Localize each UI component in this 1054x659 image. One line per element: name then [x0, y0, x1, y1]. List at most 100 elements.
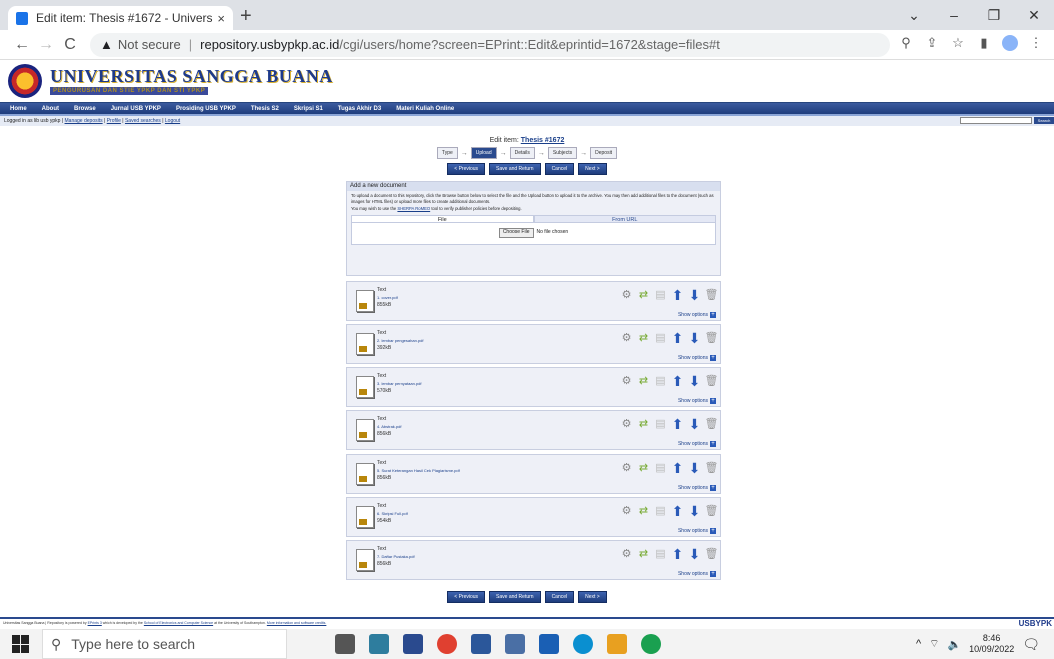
- sherpa-romeo-link[interactable]: SHERPA RoMEO: [397, 206, 430, 211]
- next-button[interactable]: Next >: [578, 591, 607, 603]
- camera-icon[interactable]: [505, 634, 525, 654]
- delete-icon[interactable]: 🗑: [704, 504, 719, 518]
- convert-icon[interactable]: ⇄: [636, 547, 651, 561]
- menu-prosiding[interactable]: Prosiding USB YPKP: [176, 106, 236, 112]
- store-icon[interactable]: [607, 634, 627, 654]
- app-icon[interactable]: [403, 634, 423, 654]
- tray-chevron-icon[interactable]: ^: [916, 638, 921, 650]
- minimize-button[interactable]: –: [934, 0, 974, 30]
- network-icon[interactable]: ⌔: [929, 637, 939, 651]
- tab-file[interactable]: File: [351, 214, 534, 223]
- document-filename[interactable]: 7. Daftar Pustaka.pdf: [377, 554, 415, 559]
- move-up-icon[interactable]: ⬆: [670, 417, 685, 431]
- close-window-button[interactable]: ✕: [1014, 0, 1054, 30]
- convert-icon[interactable]: ⇄: [636, 374, 651, 388]
- choose-file-button[interactable]: Choose File: [498, 228, 534, 238]
- convert-icon[interactable]: ⇄: [636, 461, 651, 475]
- taskbar-search[interactable]: ⚲ Type here to search: [42, 629, 287, 659]
- step-type[interactable]: Type: [436, 147, 458, 159]
- windows-start-icon[interactable]: [12, 635, 30, 653]
- back-button[interactable]: ←: [10, 36, 34, 54]
- update-icon[interactable]: ⚙: [619, 417, 634, 431]
- show-options-link[interactable]: Show options +: [678, 571, 716, 577]
- move-down-icon[interactable]: ⬇: [687, 547, 702, 561]
- tab-search-icon[interactable]: ⌄: [894, 0, 934, 30]
- save-return-button[interactable]: Save and Return: [489, 591, 541, 603]
- logout-link[interactable]: Logout: [165, 118, 180, 124]
- show-options-link[interactable]: Show options +: [678, 485, 716, 491]
- menu-tugas-akhir[interactable]: Tugas Akhir D3: [338, 106, 381, 112]
- volume-icon[interactable]: 🔈: [947, 638, 961, 651]
- delete-icon[interactable]: 🗑: [704, 374, 719, 388]
- convert-icon[interactable]: ⇄: [636, 504, 651, 518]
- word-icon[interactable]: [471, 634, 491, 654]
- move-down-icon[interactable]: ⬇: [687, 417, 702, 431]
- document-filename[interactable]: 6. Skripsi Full.pdf: [377, 511, 408, 516]
- pdf-thumbnail-icon[interactable]: [356, 290, 374, 312]
- menu-jurnal[interactable]: Jurnal USB YPKP: [111, 106, 161, 112]
- document-filename[interactable]: 5. Surat Keterangan Hasil Cek Plagiarism…: [377, 468, 460, 473]
- move-up-icon[interactable]: ⬆: [670, 331, 685, 345]
- move-up-icon[interactable]: ⬆: [670, 547, 685, 561]
- step-subjects[interactable]: Subjects: [547, 147, 578, 159]
- move-down-icon[interactable]: ⬇: [687, 331, 702, 345]
- mail-icon[interactable]: [539, 634, 559, 654]
- save-return-button[interactable]: Save and Return: [489, 163, 541, 175]
- pdf-thumbnail-icon[interactable]: [356, 506, 374, 528]
- view-icon[interactable]: ▤: [653, 374, 668, 388]
- document-filename[interactable]: 2. lembar pengesahan.pdf: [377, 338, 423, 343]
- move-down-icon[interactable]: ⬇: [687, 288, 702, 302]
- move-down-icon[interactable]: ⬇: [687, 461, 702, 475]
- show-options-link[interactable]: Show options +: [678, 355, 716, 361]
- document-filename[interactable]: 4. Abstrak.pdf: [377, 424, 401, 429]
- task-view-icon[interactable]: [335, 634, 355, 654]
- delete-icon[interactable]: 🗑: [704, 417, 719, 431]
- update-icon[interactable]: ⚙: [619, 288, 634, 302]
- site-search-input[interactable]: [960, 117, 1032, 124]
- warning-icon[interactable]: ▲: [100, 37, 113, 52]
- saved-searches-link[interactable]: Saved searches: [125, 118, 161, 124]
- document-filename[interactable]: 1. cover.pdf: [377, 295, 398, 300]
- update-icon[interactable]: ⚙: [619, 331, 634, 345]
- pdf-thumbnail-icon[interactable]: [356, 549, 374, 571]
- new-tab-button[interactable]: +: [240, 5, 252, 28]
- show-options-link[interactable]: Show options +: [678, 441, 716, 447]
- cancel-button[interactable]: Cancel: [544, 591, 575, 603]
- thesis-link[interactable]: Thesis #1672: [521, 137, 565, 144]
- menu-home[interactable]: Home: [10, 106, 27, 112]
- clock[interactable]: 8:46 10/09/2022: [969, 633, 1014, 655]
- profile-avatar[interactable]: [1002, 35, 1018, 54]
- view-icon[interactable]: ▤: [653, 504, 668, 518]
- menu-about[interactable]: About: [42, 106, 59, 112]
- move-up-icon[interactable]: ⬆: [670, 374, 685, 388]
- view-icon[interactable]: ▤: [653, 288, 668, 302]
- browser-menu-icon[interactable]: ⋮: [1028, 35, 1044, 54]
- reload-button[interactable]: C: [58, 36, 82, 54]
- bookmark-star-icon[interactable]: ☆: [950, 35, 966, 54]
- pdf-thumbnail-icon[interactable]: [356, 463, 374, 485]
- document-filename[interactable]: 3. lembar pernyataan.pdf: [377, 381, 421, 386]
- convert-icon[interactable]: ⇄: [636, 417, 651, 431]
- site-search-button[interactable]: Search: [1034, 117, 1054, 124]
- sidepanel-icon[interactable]: ▮: [976, 35, 992, 54]
- show-options-link[interactable]: Show options +: [678, 398, 716, 404]
- cancel-button[interactable]: Cancel: [544, 163, 575, 175]
- previous-button[interactable]: < Previous: [447, 163, 486, 175]
- show-options-link[interactable]: Show options +: [678, 528, 716, 534]
- convert-icon[interactable]: ⇄: [636, 288, 651, 302]
- browser-tab[interactable]: Edit item: Thesis #1672 - Univers ×: [8, 6, 233, 30]
- view-icon[interactable]: ▤: [653, 547, 668, 561]
- delete-icon[interactable]: 🗑: [704, 288, 719, 302]
- menu-thesis[interactable]: Thesis S2: [251, 106, 279, 112]
- next-button[interactable]: Next >: [578, 163, 607, 175]
- eprints-link[interactable]: EPrints 3: [88, 621, 102, 625]
- view-icon[interactable]: ▤: [653, 461, 668, 475]
- view-icon[interactable]: ▤: [653, 331, 668, 345]
- pdf-thumbnail-icon[interactable]: [356, 376, 374, 398]
- move-up-icon[interactable]: ⬆: [670, 504, 685, 518]
- pdf-thumbnail-icon[interactable]: [356, 333, 374, 355]
- forward-button[interactable]: →: [34, 36, 58, 54]
- tab-from-url[interactable]: From URL: [533, 214, 716, 223]
- update-icon[interactable]: ⚙: [619, 461, 634, 475]
- step-details[interactable]: Details: [509, 147, 535, 159]
